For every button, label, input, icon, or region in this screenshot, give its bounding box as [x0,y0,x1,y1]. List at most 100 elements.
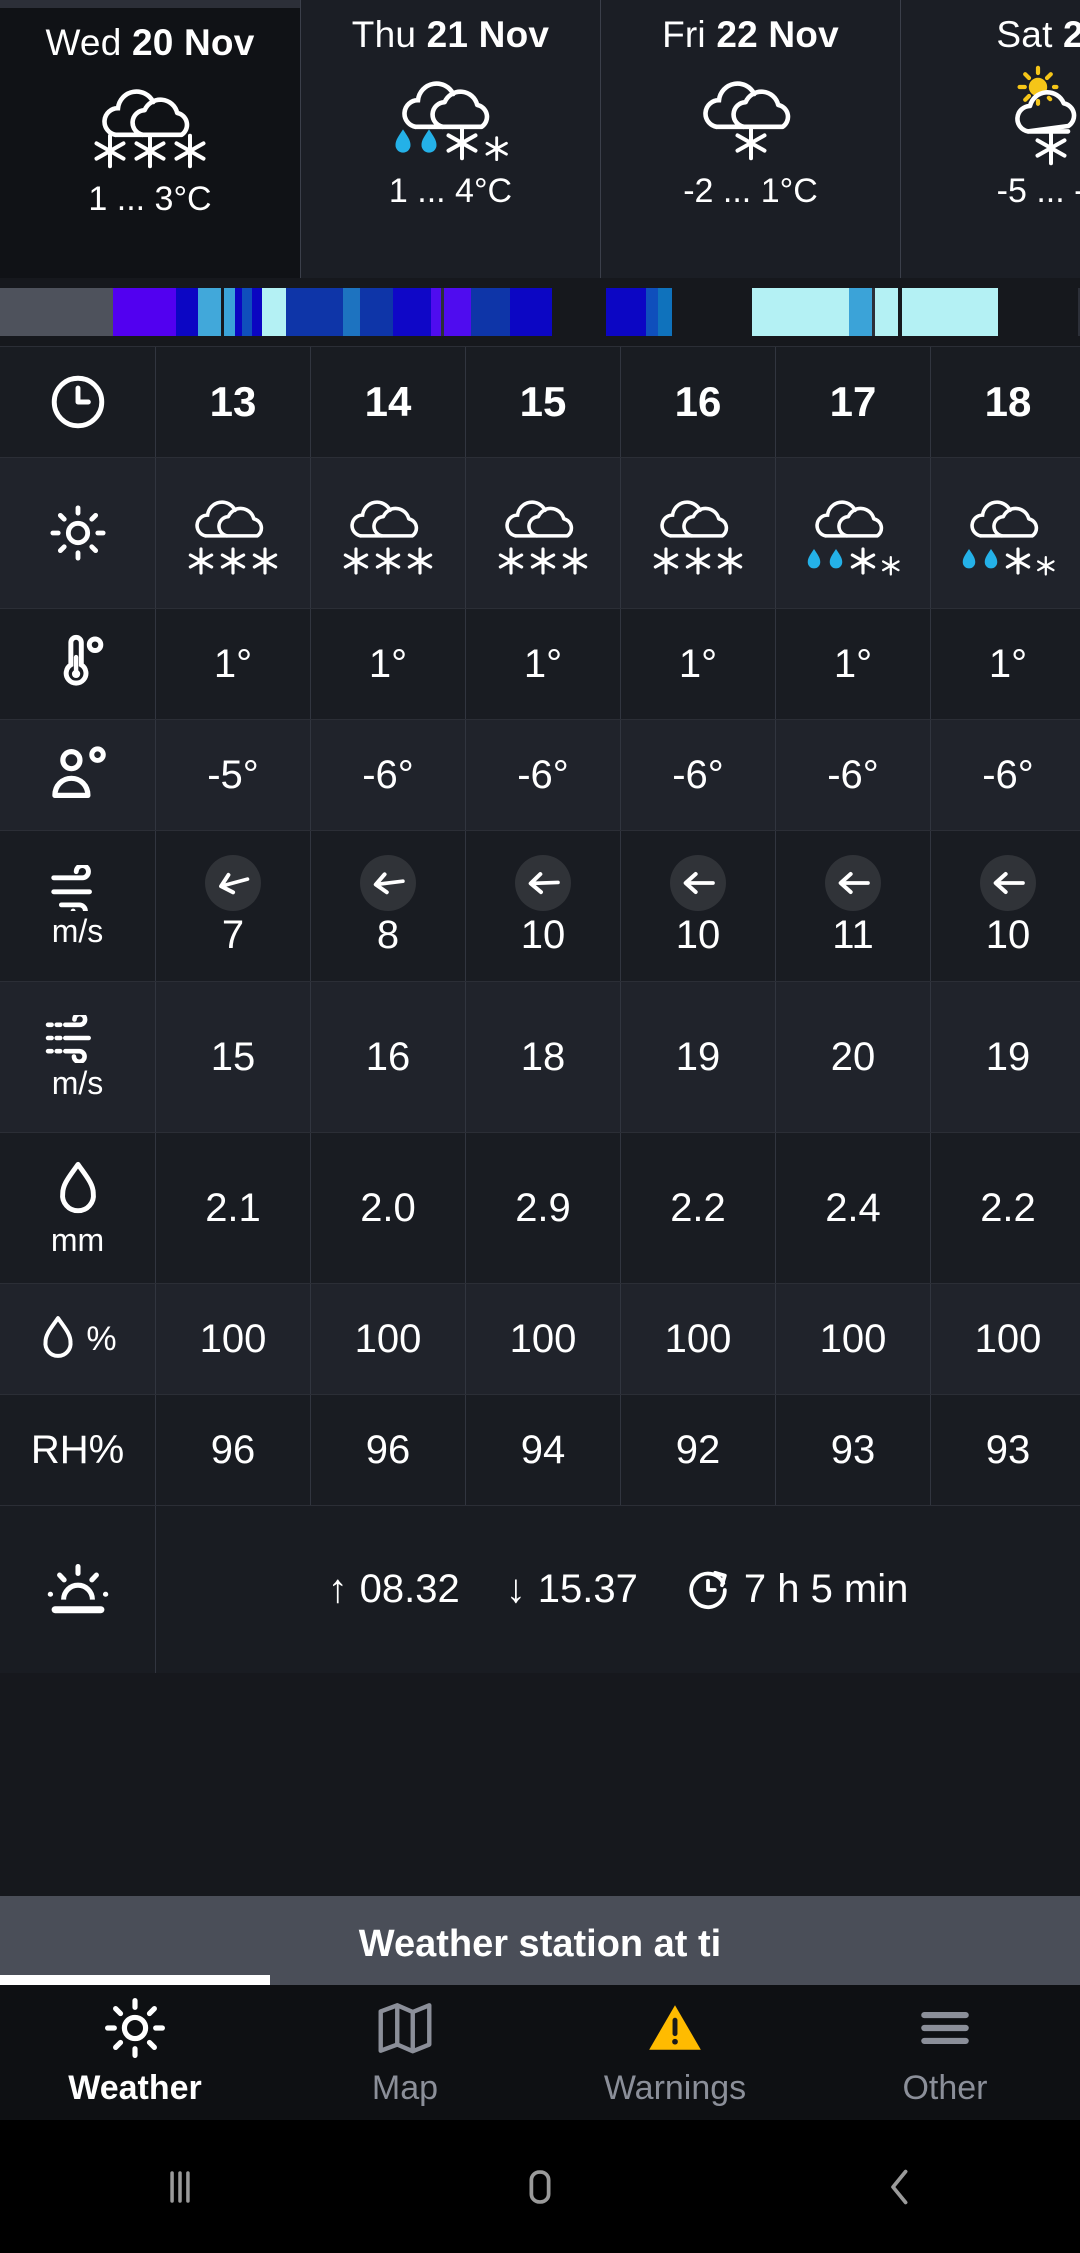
nav-item-map[interactable]: Map [270,1997,540,2108]
precip-glyphs [341,534,435,576]
precip-segment [658,288,672,336]
precip-segment [262,288,286,336]
precip-segment [252,288,262,336]
condition-cell [620,458,775,608]
precip-segment [286,288,343,336]
temperature-cell: 1° [310,609,465,719]
precip-segment [360,288,393,336]
back-button[interactable] [720,2159,1080,2215]
gust-cell: 19 [930,982,1080,1132]
sunrise-time: ↑ 08.32 [328,1567,460,1612]
day-tab-label: Thu 21 Nov [351,14,550,55]
gust-header-cell: m/s [0,982,155,1132]
day-tab[interactable]: Wed 20 Nov 1 ... 3°C [0,8,300,278]
home-icon [529,2169,551,2204]
wind-unit: m/s [51,913,104,949]
horizontal-scrollbar-thumb[interactable] [0,1975,270,1985]
precip-segment [393,288,431,336]
nav-item-warnings[interactable]: Warnings [540,1997,810,2108]
wind-header-cell: m/s [0,831,155,981]
humidity-cell: 93 [775,1395,930,1505]
precip-prob-cell: 100 [155,1284,310,1394]
feels-like-cell [0,720,155,830]
precip-segment [510,288,552,336]
wind-direction-arrow-icon [515,854,571,911]
home-button[interactable] [360,2159,720,2215]
condition-cell [775,458,930,608]
thermometer-icon [63,634,103,686]
feels-like-icon [51,746,106,798]
condition-cell [930,458,1080,608]
warning-triangle-icon [649,2005,701,2050]
precip-mm-cell: 2.0 [310,1133,465,1283]
precipitation-timeline[interactable] [0,278,1080,346]
daylight-duration: 7 h 5 min [684,1566,908,1614]
sunrise-value: 08.32 [359,1567,460,1611]
wind-cell: 10 [620,831,775,981]
precip-glyphs [186,534,280,576]
humidity-header-cell: RH% [0,1395,155,1505]
recents-button[interactable] [0,2159,360,2215]
humidity-cell: 93 [930,1395,1080,1505]
hour-label: 13 [209,378,257,425]
precip-prob-header-cell: % [0,1284,155,1394]
feels-like-cell: -6° [775,720,930,830]
precip-prob-cell: 100 [310,1284,465,1394]
gust-cell: 19 [620,982,775,1132]
wind-speed-value: 10 [985,912,1031,957]
weather-icon [496,490,590,576]
precip-segment [235,288,242,336]
bottom-navigation[interactable]: Weather Map Warnings Other [0,1985,1080,2120]
temperature-cell: 1° [775,609,930,719]
condition-cell [310,458,465,608]
humidity-cell: 92 [620,1395,775,1505]
nav-label: Warnings [603,2069,747,2107]
nav-item-other[interactable]: Other [810,1997,1080,2108]
precip-segment [849,288,874,336]
precip-prob-cell: 100 [775,1284,930,1394]
clock-icon-cell [0,347,155,457]
precip-segment [752,288,849,336]
weather-icon [651,490,745,576]
hour-cell: 17 [775,347,930,457]
hour-cell: 15 [465,347,620,457]
precipitation-bar[interactable] [0,288,1080,336]
precip-mm-cell: 2.2 [620,1133,775,1283]
hourly-forecast-table: 13 14 15 16 17 18 1° 1° 1° 1° 1° 1° -5° … [0,346,1080,1673]
day-tab-strip[interactable]: Wed 20 Nov 1 ... 3°C Thu 21 Nov 1 ... 4°… [0,0,1080,278]
precip-segment [176,288,198,336]
precip-segment [0,288,113,336]
precip-segment [198,288,221,336]
day-tab[interactable]: Sat 23 -5 ... -1 [900,0,1080,278]
day-weather-icon [699,60,803,170]
day-tab-label: Fri 22 Nov [662,14,839,55]
wind-direction-arrow-icon [825,854,881,911]
android-system-navigation[interactable] [0,2120,1080,2253]
wind-speed-value: 10 [675,912,721,957]
sunset-time: ↓ 15.37 [506,1567,638,1612]
gust-cell: 16 [310,982,465,1132]
feels-like-cell: -6° [930,720,1080,830]
hour-cell: 13 [155,347,310,457]
day-weather-icon [91,68,209,178]
weather-icon [804,490,902,576]
day-temp-range: 1 ... 4°C [388,172,513,210]
day-tab[interactable]: Fri 22 Nov -2 ... 1°C [600,0,900,278]
hour-row: 13 14 15 16 17 18 [0,346,1080,457]
day-tab[interactable]: Thu 21 Nov 1 ... 4°C [300,0,600,278]
sun-symbol-cell [0,458,155,608]
precip-mm-cell: 2.1 [155,1133,310,1283]
temperature-cell: 1° [155,609,310,719]
hour-label: 18 [984,378,1032,425]
condition-cell [155,458,310,608]
day-tab-label: Wed 20 Nov [45,22,255,63]
precip-prob-cell: 100 [465,1284,620,1394]
wind-direction-arrow-icon [360,854,416,911]
wind-cell: 8 [310,831,465,981]
nav-item-weather[interactable]: Weather [0,1997,270,2108]
condition-row [0,457,1080,608]
wind-direction-arrow-icon [670,854,726,911]
wind-value-group: 7 [205,854,261,958]
droplet-icon [59,1161,96,1214]
wind-value-group: 10 [980,854,1036,958]
